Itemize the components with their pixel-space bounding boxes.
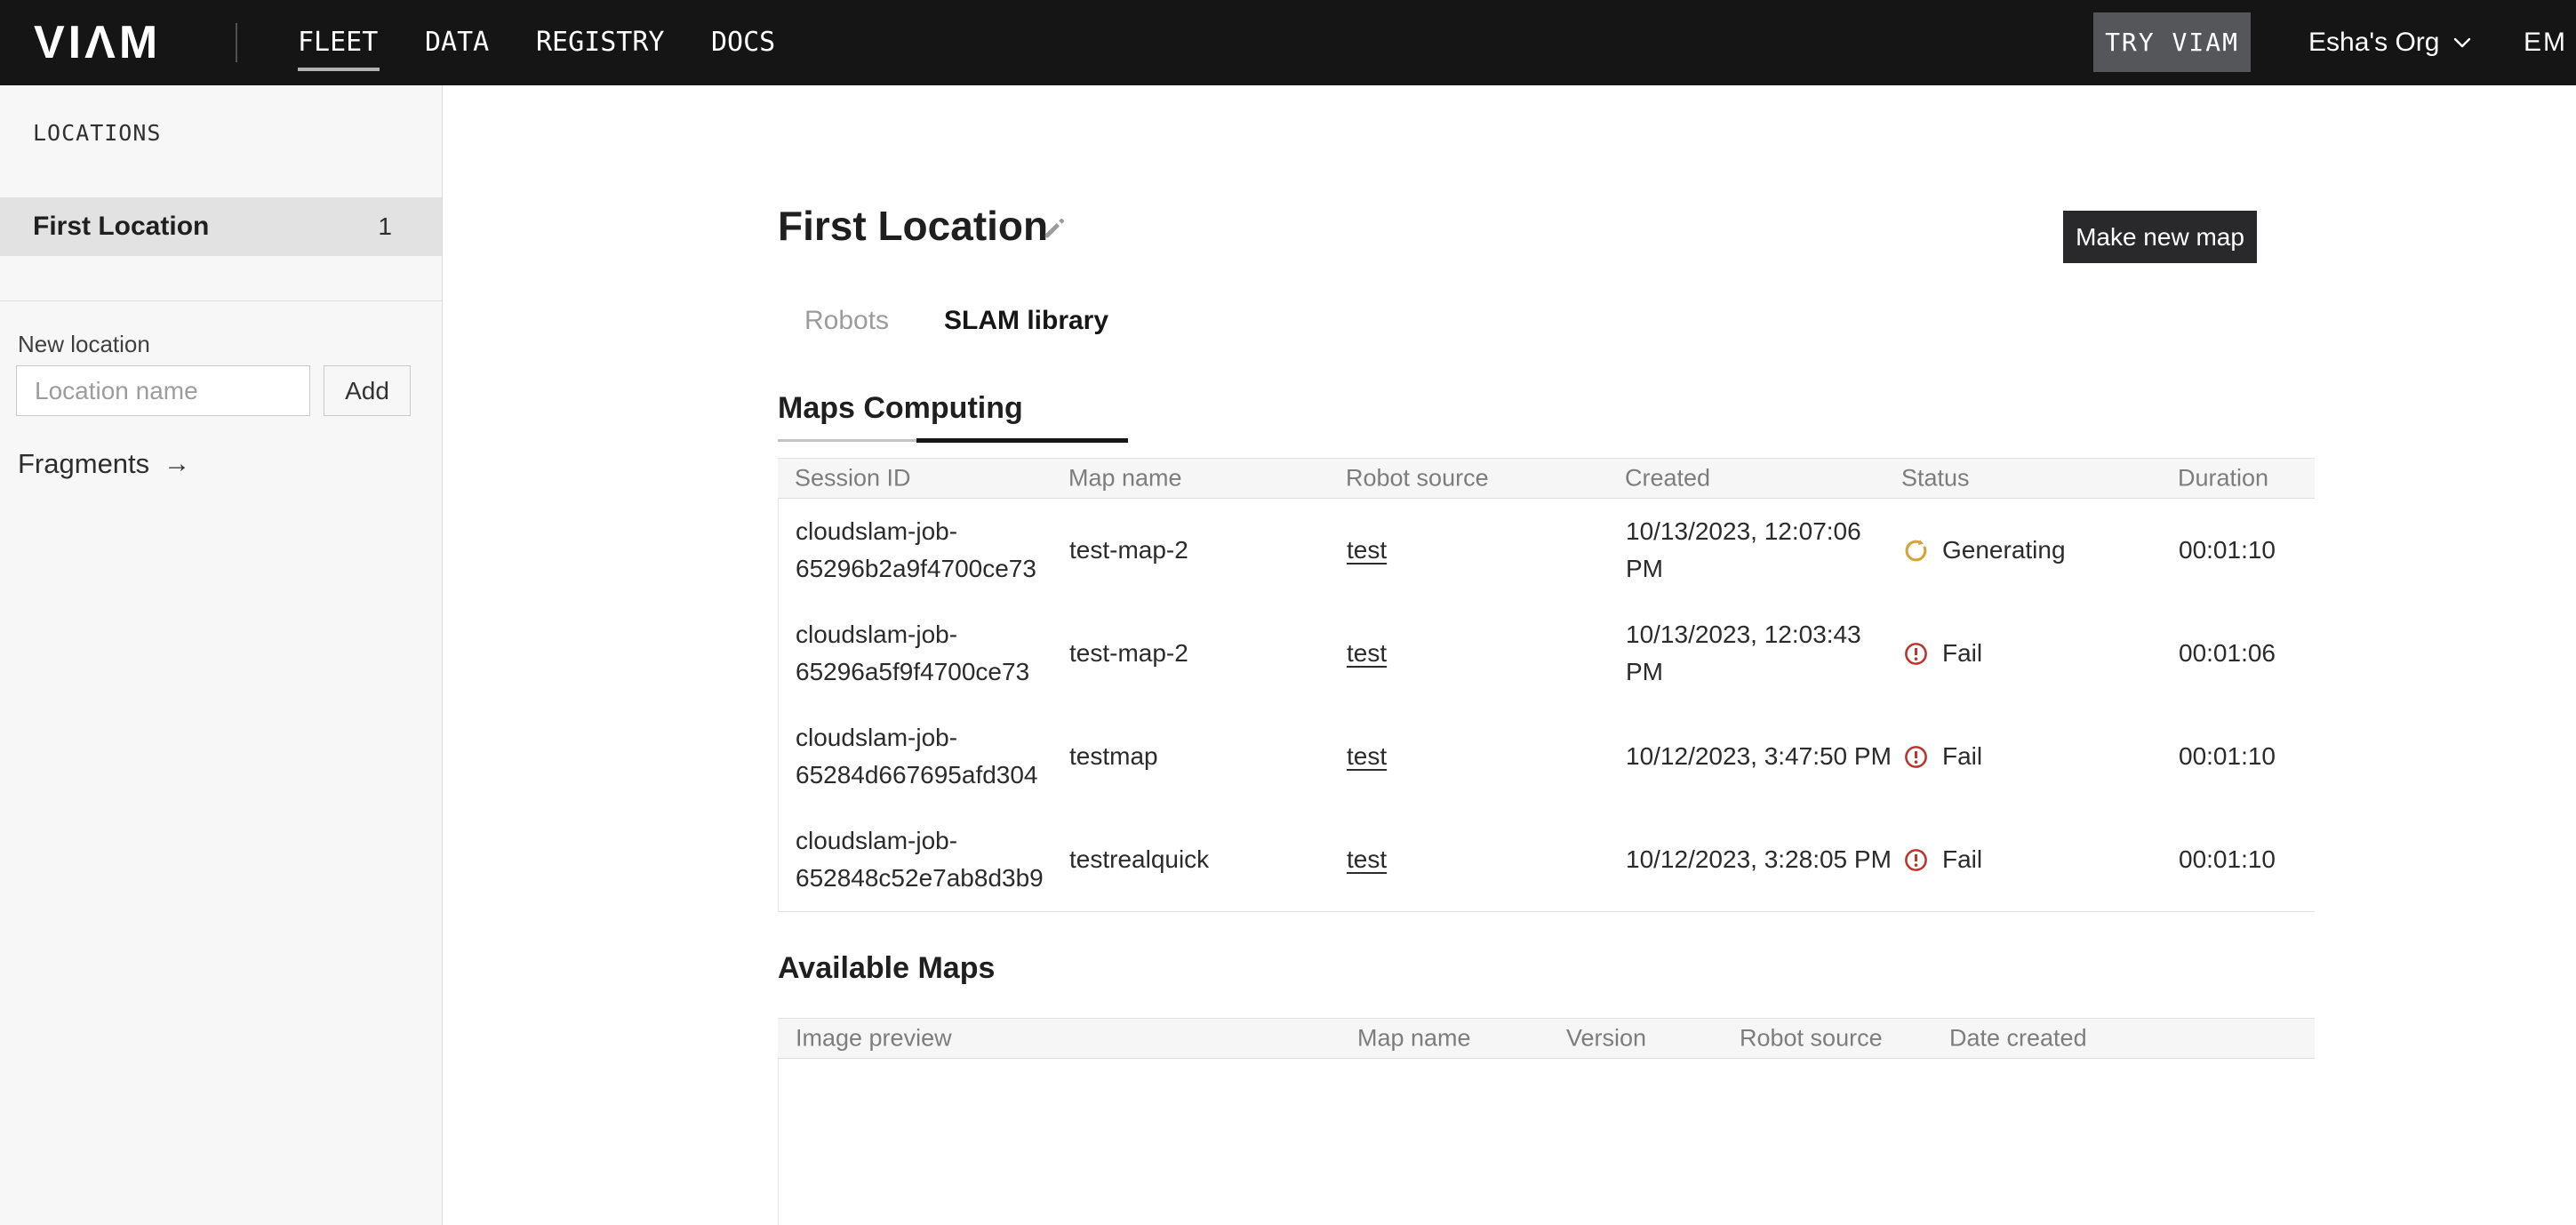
sidebar-item-first-location[interactable]: First Location 1	[0, 197, 442, 256]
org-name: Esha's Org	[2308, 28, 2439, 58]
available-maps-body	[778, 1059, 2315, 1225]
make-new-map-button[interactable]: Make new map	[2063, 211, 2257, 263]
col-created: Created	[1625, 465, 1710, 492]
duration-cell: 00:01:06	[2179, 639, 2276, 668]
locations-sidebar: LOCATIONS First Location 1 New location …	[0, 85, 443, 1225]
robot-source-link[interactable]: test	[1347, 639, 1387, 667]
nav-link-docs[interactable]: DOCS	[711, 0, 775, 85]
col-robot-source: Robot source	[1346, 465, 1489, 492]
robot-source-link[interactable]: test	[1347, 845, 1387, 873]
col-date-created: Date created	[1949, 1025, 2087, 1053]
created-cell: 10/13/2023, 12:03:43 PM	[1626, 616, 1892, 691]
fail-alert-icon	[1902, 743, 1930, 771]
fragments-link[interactable]: Fragments →	[18, 448, 190, 480]
col-image-preview: Image preview	[796, 1025, 952, 1053]
new-location-label: New location	[18, 331, 150, 358]
status-cell: Generating	[1902, 536, 2066, 564]
chevron-down-icon	[2452, 32, 2473, 53]
map-name-cell: test-map-2	[1069, 536, 1188, 564]
user-initials[interactable]: EM	[2524, 0, 2567, 85]
tab-robots[interactable]: Robots	[804, 306, 889, 336]
nav-link-registry[interactable]: REGISTRY	[536, 0, 665, 85]
status-cell: Fail	[1902, 742, 1982, 771]
session-id-cell: cloudslam-job-65284d667695afd304	[796, 719, 1055, 794]
col-status: Status	[1901, 465, 1970, 492]
col-version: Version	[1566, 1025, 1646, 1053]
robot-source-link[interactable]: test	[1347, 742, 1387, 770]
col-map-name: Map name	[1068, 465, 1182, 492]
location-robot-count: 1	[378, 212, 392, 241]
sidebar-divider	[0, 300, 442, 301]
created-cell: 10/13/2023, 12:07:06 PM	[1626, 513, 1892, 588]
col-map-name: Map name	[1357, 1025, 1471, 1053]
status-label: Fail	[1942, 845, 1982, 874]
col-session-id: Session ID	[795, 465, 911, 492]
generating-spinner-icon	[1902, 537, 1930, 564]
maps-computing-header-row: Session ID Map name Robot source Created…	[778, 458, 2315, 499]
table-row: cloudslam-job-65284d667695afd304 testmap…	[779, 705, 2315, 808]
maps-computing-heading: Maps Computing	[778, 391, 1023, 426]
add-location-button[interactable]: Add	[324, 365, 411, 416]
tab-active-underline	[916, 438, 1128, 443]
location-name: First Location	[33, 212, 209, 242]
fragments-label: Fragments	[18, 448, 149, 480]
session-id-cell: cloudslam-job-65296a5f9f4700ce73	[796, 616, 1055, 691]
fleet-active-underline	[298, 68, 380, 71]
status-cell: Fail	[1902, 845, 1982, 874]
table-row: cloudslam-job-65296a5f9f4700ce73 test-ma…	[779, 602, 2315, 705]
robot-source-link[interactable]: test	[1347, 536, 1387, 564]
col-duration: Duration	[2178, 465, 2268, 492]
status-label: Fail	[1942, 639, 1982, 668]
map-name-cell: test-map-2	[1069, 639, 1188, 668]
session-id-cell: cloudslam-job-65296b2a9f4700ce73	[796, 513, 1055, 588]
status-cell: Fail	[1902, 639, 1982, 668]
available-maps-header-row: Image preview Map name Version Robot sou…	[778, 1018, 2315, 1059]
fail-alert-icon	[1902, 846, 1930, 874]
edit-pencil-icon[interactable]	[1041, 215, 1068, 242]
arrow-right-icon: →	[164, 449, 190, 479]
available-maps-heading: Available Maps	[778, 951, 995, 986]
maps-computing-body: cloudslam-job-65296b2a9f4700ce73 test-ma…	[778, 499, 2315, 912]
table-row: cloudslam-job-652848c52e7ab8d3b9 testrea…	[779, 808, 2315, 911]
maps-computing-table: Session ID Map name Robot source Created…	[778, 458, 2315, 912]
top-nav: VIΛM FLEET DATA REGISTRY DOCS TRY VIAM E…	[0, 0, 2576, 85]
status-label: Generating	[1942, 536, 2066, 564]
nav-link-fleet[interactable]: FLEET	[298, 0, 378, 85]
created-cell: 10/12/2023, 3:47:50 PM	[1626, 738, 1892, 775]
session-id-cell: cloudslam-job-652848c52e7ab8d3b9	[796, 822, 1055, 897]
fail-alert-icon	[1902, 640, 1930, 668]
map-name-cell: testrealquick	[1069, 845, 1209, 874]
available-maps-table: Image preview Map name Version Robot sou…	[778, 1018, 2315, 1225]
try-viam-button[interactable]: TRY VIAM	[2093, 12, 2251, 72]
org-switcher[interactable]: Esha's Org	[2308, 0, 2473, 85]
viam-logo[interactable]: VIΛM	[34, 0, 161, 85]
nav-divider	[236, 23, 237, 62]
col-robot-source: Robot source	[1740, 1025, 1883, 1053]
map-name-cell: testmap	[1069, 742, 1158, 771]
status-label: Fail	[1942, 742, 1982, 771]
page-title: First Location	[778, 202, 1048, 250]
duration-cell: 00:01:10	[2179, 742, 2276, 771]
locations-heading: LOCATIONS	[33, 120, 161, 146]
tab-slam-library[interactable]: SLAM library	[944, 306, 1108, 336]
created-cell: 10/12/2023, 3:28:05 PM	[1626, 841, 1892, 878]
main-content: First Location Make new map Robots SLAM …	[444, 85, 2576, 1225]
nav-link-data[interactable]: DATA	[425, 0, 489, 85]
duration-cell: 00:01:10	[2179, 536, 2276, 564]
new-location-input[interactable]	[16, 365, 310, 416]
duration-cell: 00:01:10	[2179, 845, 2276, 874]
table-row: cloudslam-job-65296b2a9f4700ce73 test-ma…	[779, 499, 2315, 602]
